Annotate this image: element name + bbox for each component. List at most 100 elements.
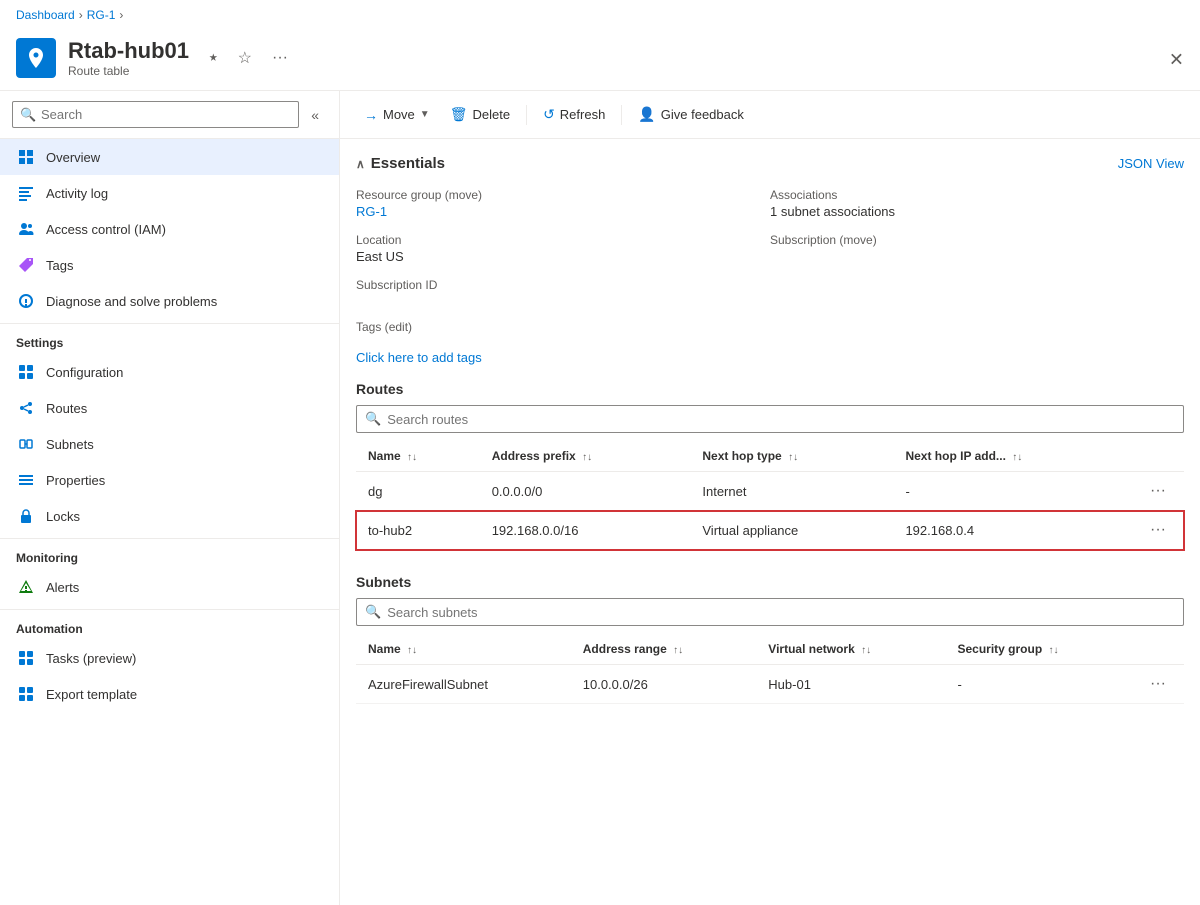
subnet-more-button-azurefirewall[interactable]: ··· xyxy=(1144,673,1172,695)
routes-section: Routes 🔍 Name ↑↓ Address prefix xyxy=(356,381,1184,550)
sidebar-item-properties[interactable]: Properties xyxy=(0,462,339,498)
sidebar-item-subnets[interactable]: Subnets xyxy=(0,426,339,462)
header-actions: ⭑ ☆ ··· xyxy=(205,44,292,72)
routes-col-address[interactable]: Address prefix ↑↓ xyxy=(480,441,691,472)
refresh-button[interactable]: ↺ Refresh xyxy=(535,101,613,128)
diagnose-icon xyxy=(16,291,36,311)
essentials-grid: Resource group (move) RG-1 Associations … xyxy=(356,184,1184,304)
sidebar-search-container: 🔍 « xyxy=(0,91,339,139)
sidebar-label-tasks: Tasks (preview) xyxy=(46,651,136,666)
route-row-dg[interactable]: dg 0.0.0.0/0 Internet - ··· xyxy=(356,472,1184,511)
tags-icon xyxy=(16,255,36,275)
automation-section-header: Automation xyxy=(0,609,339,640)
resource-icon xyxy=(16,38,56,78)
sort-icon-address: ↑↓ xyxy=(582,452,592,463)
alerts-icon xyxy=(16,577,36,597)
feedback-button[interactable]: 👤 Give feedback xyxy=(630,101,752,128)
sidebar-label-export: Export template xyxy=(46,687,137,702)
essentials-title[interactable]: ∧ Essentials xyxy=(356,155,445,172)
sidebar-item-alerts[interactable]: Alerts xyxy=(0,569,339,605)
sidebar-item-configuration[interactable]: Configuration xyxy=(0,354,339,390)
resource-title: Rtab-hub01 Route table xyxy=(68,38,189,78)
rg1-link[interactable]: RG-1 xyxy=(356,204,387,219)
sort-icon-subnet-range: ↑↓ xyxy=(673,645,683,656)
configuration-icon xyxy=(16,362,36,382)
sidebar-search-icon: 🔍 xyxy=(20,107,36,123)
sidebar-label-subnets: Subnets xyxy=(46,437,94,452)
move-dropdown-icon: ▼ xyxy=(420,109,430,120)
subnets-col-name[interactable]: Name ↑↓ xyxy=(356,634,571,665)
subnet-range-azurefirewall: 10.0.0.0/26 xyxy=(571,665,757,704)
json-view-link[interactable]: JSON View xyxy=(1118,156,1184,171)
close-button[interactable]: ✕ xyxy=(1169,50,1184,71)
subnets-section: Subnets 🔍 Name ↑↓ Address range xyxy=(356,574,1184,704)
move-icon: → xyxy=(364,107,378,123)
routes-search-box: 🔍 xyxy=(356,405,1184,433)
route-row-to-hub2[interactable]: to-hub2 192.168.0.0/16 Virtual appliance… xyxy=(356,511,1184,550)
resource-type: Route table xyxy=(68,64,189,78)
essentials-subscription: Subscription (move) xyxy=(770,229,1184,274)
breadcrumb-rg1[interactable]: RG-1 xyxy=(87,8,116,22)
sidebar-item-export[interactable]: Export template xyxy=(0,676,339,712)
breadcrumb-dashboard[interactable]: Dashboard xyxy=(16,8,75,22)
essentials-resource-group: Resource group (move) RG-1 xyxy=(356,184,770,229)
sidebar-collapse-button[interactable]: « xyxy=(303,103,327,127)
subnets-search-input[interactable] xyxy=(387,605,1175,620)
routes-search-input[interactable] xyxy=(387,412,1175,427)
sidebar-item-locks[interactable]: Locks xyxy=(0,498,339,534)
subnet-sg-azurefirewall: - xyxy=(945,665,1132,704)
subnet-more-azurefirewall[interactable]: ··· xyxy=(1132,665,1184,704)
sidebar-item-routes[interactable]: Routes xyxy=(0,390,339,426)
delete-button[interactable]: 🗑 Delete xyxy=(442,101,518,128)
favorite-filled-icon[interactable]: ⭑ xyxy=(205,45,222,71)
toolbar-divider-2 xyxy=(621,105,622,125)
sidebar-item-access-control[interactable]: Access control (IAM) xyxy=(0,211,339,247)
route-address-to-hub2: 192.168.0.0/16 xyxy=(480,511,691,550)
sidebar-label-routes: Routes xyxy=(46,401,87,416)
essentials-associations: Associations 1 subnet associations xyxy=(770,184,1184,229)
subnets-col-vnet[interactable]: Virtual network ↑↓ xyxy=(756,634,945,665)
sidebar-item-overview[interactable]: Overview xyxy=(0,139,339,175)
routes-section-title: Routes xyxy=(356,381,1184,397)
tags-edit-link[interactable]: edit xyxy=(389,320,408,334)
sidebar-item-activity-log[interactable]: Activity log xyxy=(0,175,339,211)
route-more-to-hub2[interactable]: ··· xyxy=(1132,511,1184,550)
route-more-button-dg[interactable]: ··· xyxy=(1144,480,1172,502)
subnets-table: Name ↑↓ Address range ↑↓ Virtual network… xyxy=(356,634,1184,704)
sidebar-item-tasks[interactable]: Tasks (preview) xyxy=(0,640,339,676)
sidebar-label-alerts: Alerts xyxy=(46,580,79,595)
tags-add-link[interactable]: Click here to add tags xyxy=(356,350,1184,365)
subnets-icon xyxy=(16,434,36,454)
sort-icon-subnet-vnet: ↑↓ xyxy=(861,645,871,656)
route-more-dg[interactable]: ··· xyxy=(1132,472,1184,511)
sidebar-item-tags[interactable]: Tags xyxy=(0,247,339,283)
route-more-button-to-hub2[interactable]: ··· xyxy=(1144,519,1172,541)
more-options-icon[interactable]: ··· xyxy=(268,45,292,71)
routes-col-actions xyxy=(1132,441,1184,472)
sidebar-search-input[interactable] xyxy=(12,101,299,128)
locks-icon xyxy=(16,506,36,526)
route-hop-type-to-hub2: Virtual appliance xyxy=(690,511,893,550)
content-area: → Move ▼ 🗑 Delete ↺ Refresh 👤 Give feedb… xyxy=(340,91,1200,905)
content-body: ∧ Essentials JSON View Resource group (m… xyxy=(340,139,1200,744)
sidebar-label-tags: Tags xyxy=(46,258,73,273)
routes-col-hop-ip[interactable]: Next hop IP add... ↑↓ xyxy=(893,441,1132,472)
main-layout: 🔍 « Overview Activity log xyxy=(0,91,1200,905)
routes-col-hop-type[interactable]: Next hop type ↑↓ xyxy=(690,441,893,472)
subnet-name-azurefirewall: AzureFirewallSubnet xyxy=(356,665,571,704)
sidebar-label-properties: Properties xyxy=(46,473,105,488)
subnets-col-sg[interactable]: Security group ↑↓ xyxy=(945,634,1132,665)
favorite-icon[interactable]: ☆ xyxy=(234,44,256,72)
route-hop-ip-to-hub2: 192.168.0.4 xyxy=(893,511,1132,550)
delete-icon: 🗑 xyxy=(450,106,468,123)
subnets-col-range[interactable]: Address range ↑↓ xyxy=(571,634,757,665)
route-hop-type-dg: Internet xyxy=(690,472,893,511)
subnet-row-azurefirewall[interactable]: AzureFirewallSubnet 10.0.0.0/26 Hub-01 -… xyxy=(356,665,1184,704)
sidebar: 🔍 « Overview Activity log xyxy=(0,91,340,905)
sidebar-item-diagnose[interactable]: Diagnose and solve problems xyxy=(0,283,339,319)
routes-col-name[interactable]: Name ↑↓ xyxy=(356,441,480,472)
route-name-dg: dg xyxy=(356,472,480,511)
move-button[interactable]: → Move ▼ xyxy=(356,102,438,128)
subnets-col-actions xyxy=(1132,634,1184,665)
export-icon xyxy=(16,684,36,704)
